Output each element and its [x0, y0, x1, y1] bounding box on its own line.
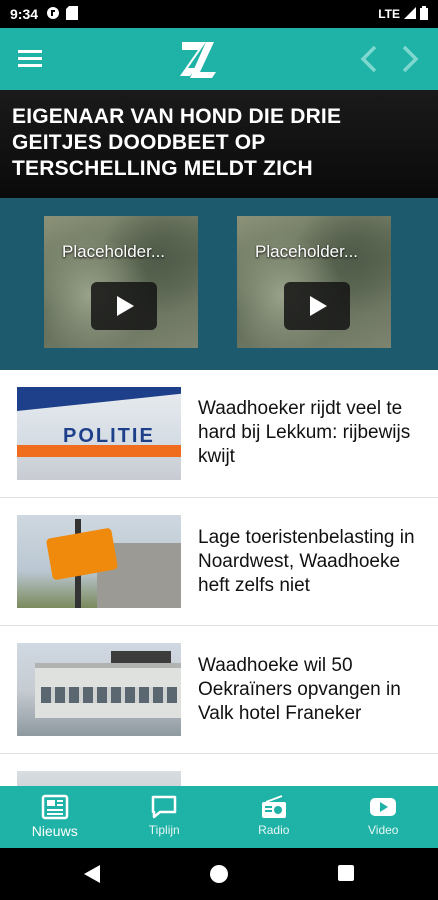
app-notification-icon	[46, 6, 60, 23]
police-car-text: POLITIE	[63, 425, 155, 447]
video-card[interactable]: Placeholder...	[44, 216, 198, 348]
previous-chevron-icon[interactable]	[357, 44, 381, 74]
video-card[interactable]: Placeholder...	[237, 216, 391, 348]
video-play-icon	[370, 798, 397, 816]
menu-icon[interactable]	[18, 48, 42, 68]
status-right: LTE	[378, 5, 428, 23]
article-item[interactable]: Lage toeristenbelasting in Noardwest, Wa…	[0, 498, 438, 626]
video-section: Placeholder... Placeholder...	[0, 198, 438, 370]
battery-icon	[420, 5, 428, 23]
video-title: Placeholder...	[62, 242, 166, 261]
article-item[interactable]: Waadhoeke wil 50 Oekraïners opvangen in …	[0, 626, 438, 754]
app-bar	[0, 28, 438, 90]
tab-label: Video	[368, 823, 399, 837]
tab-label: Nieuws	[31, 823, 78, 839]
app-logo	[178, 38, 218, 80]
play-icon[interactable]	[284, 282, 350, 330]
tab-video[interactable]: Video	[329, 786, 438, 848]
tab-label: Tiplijn	[148, 823, 180, 837]
home-icon[interactable]	[210, 865, 228, 883]
headline-title: EIGENAAR VAN HOND DIE DRIE GEITJES DOODB…	[12, 105, 342, 180]
article-image-police-car: POLITIE	[17, 387, 181, 480]
system-navigation-bar	[0, 848, 438, 900]
article-title: Waadhoeke wil 50 Oekraïners opvangen in …	[198, 655, 401, 724]
article-title: Waadhoeker rijdt veel te hard bij Lekkum…	[198, 398, 411, 467]
radio-icon	[261, 795, 286, 818]
article-image-hotel	[17, 643, 181, 736]
newspaper-icon	[41, 794, 68, 820]
status-bar: 9:34 LTE	[0, 0, 438, 28]
tab-label: Radio	[258, 823, 290, 837]
article-list[interactable]: POLITIE Waadhoeker rijdt veel te hard bi…	[0, 370, 438, 786]
article-image	[17, 771, 181, 786]
signal-icon	[404, 6, 416, 22]
article-item[interactable]	[0, 754, 438, 786]
headline-banner[interactable]: EIGENAAR VAN HOND DIE DRIE GEITJES DOODB…	[0, 90, 438, 198]
chat-icon	[152, 795, 177, 819]
tab-radio[interactable]: Radio	[219, 786, 329, 848]
next-chevron-icon[interactable]	[398, 44, 422, 74]
article-image-road-sign	[17, 515, 181, 608]
video-title: Placeholder...	[255, 242, 359, 261]
back-icon[interactable]	[84, 865, 100, 883]
bottom-navigation: Nieuws Tiplijn Radio Video	[0, 786, 438, 848]
recents-icon[interactable]	[338, 865, 354, 881]
tab-tiplijn[interactable]: Tiplijn	[110, 786, 220, 848]
article-title: Lage toeristenbelasting in Noardwest, Wa…	[198, 527, 415, 596]
play-icon[interactable]	[91, 282, 157, 330]
network-type: LTE	[378, 7, 400, 21]
article-item[interactable]: POLITIE Waadhoeker rijdt veel te hard bi…	[0, 370, 438, 498]
tab-nieuws[interactable]: Nieuws	[0, 786, 110, 848]
sd-card-icon	[66, 5, 79, 23]
status-time: 9:34	[10, 6, 39, 22]
